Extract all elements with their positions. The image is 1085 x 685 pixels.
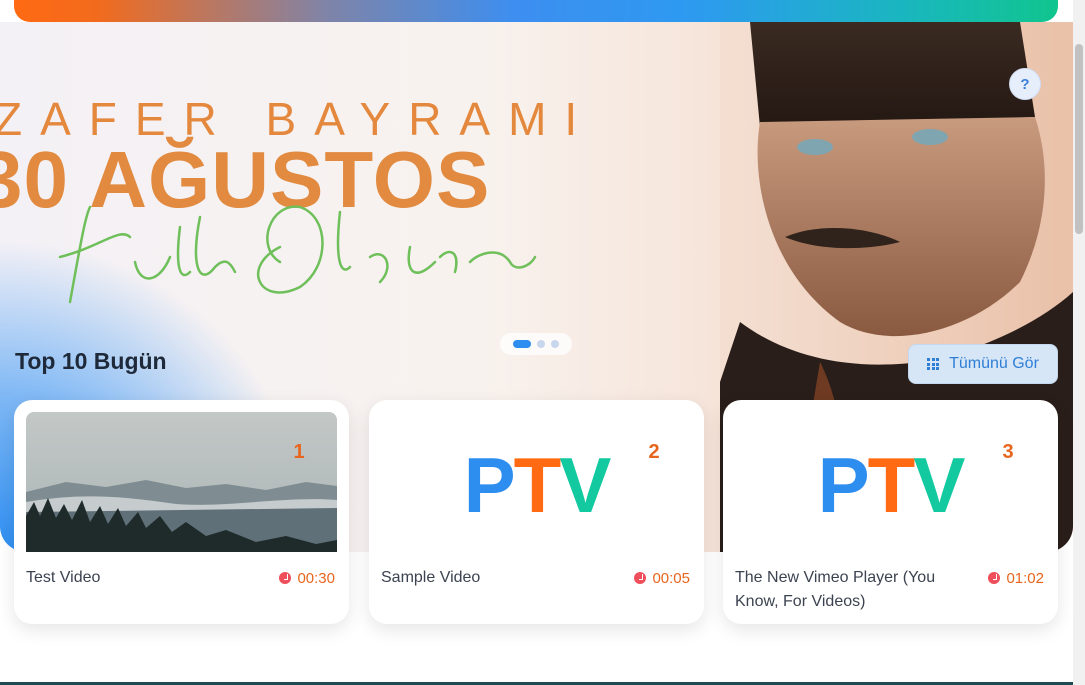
section-title: Top 10 Bugün — [15, 348, 167, 374]
video-title[interactable]: The New Vimeo Player (You Know, For Vide… — [735, 566, 965, 614]
scrollbar-thumb[interactable] — [1075, 44, 1083, 234]
see-all-button[interactable]: Tümünü Gör — [908, 344, 1058, 384]
video-title[interactable]: Sample Video — [381, 566, 611, 590]
video-duration: 00:30 — [279, 566, 335, 590]
help-button[interactable]: ? — [1009, 68, 1041, 100]
clock-icon — [634, 572, 647, 584]
rank-badge: 2 — [648, 440, 660, 463]
grid-icon — [927, 358, 940, 370]
duration-label: 00:05 — [652, 569, 690, 587]
rank-badge: 3 — [1002, 440, 1014, 463]
page-scrollbar[interactable] — [1073, 0, 1085, 685]
carousel-dot-2[interactable] — [537, 340, 545, 348]
rank-badge: 1 — [293, 440, 305, 463]
video-duration: 01:02 — [988, 566, 1044, 590]
video-thumbnail[interactable]: PTV 3 — [735, 412, 1046, 552]
video-card-1[interactable]: 1 Test Video 00:30 — [14, 400, 349, 624]
clock-icon — [988, 572, 1001, 584]
carousel-dot-1[interactable] — [513, 340, 531, 348]
duration-label: 01:02 — [1006, 569, 1044, 587]
duration-label: 00:30 — [297, 569, 335, 587]
top-gradient-bar — [14, 0, 1058, 22]
carousel-dots — [500, 333, 572, 355]
hero-script-text — [58, 205, 537, 304]
see-all-label: Tümünü Gör — [949, 355, 1039, 372]
video-duration: 00:05 — [634, 566, 690, 590]
video-thumbnail[interactable]: PTV 2 — [381, 412, 692, 552]
video-thumbnail[interactable]: 1 — [26, 412, 337, 552]
video-card-2[interactable]: PTV 2 Sample Video 00:05 — [369, 400, 704, 624]
clock-icon — [279, 572, 292, 584]
carousel-dot-3[interactable] — [551, 340, 559, 348]
video-card-3[interactable]: PTV 3 The New Vimeo Player (You Know, Fo… — [723, 400, 1058, 624]
video-title[interactable]: Test Video — [26, 566, 256, 590]
